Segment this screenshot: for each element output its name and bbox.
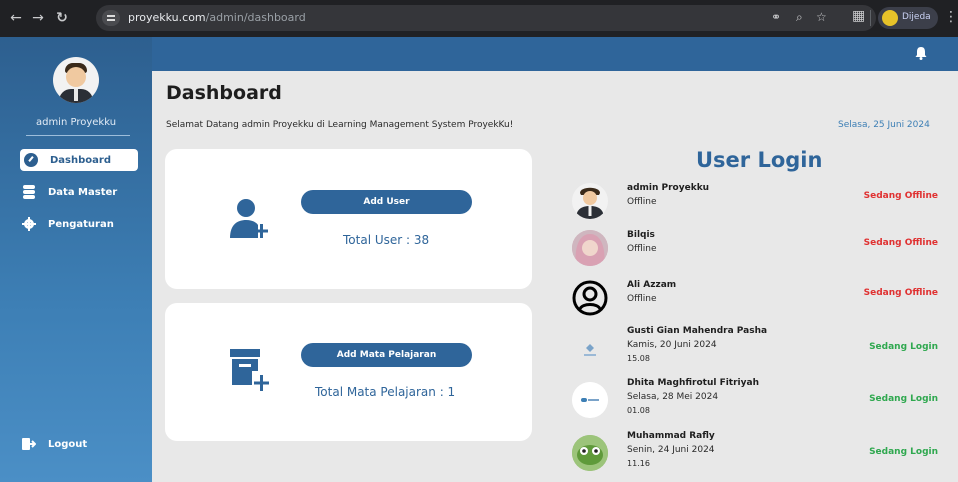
- avatar: [572, 332, 608, 368]
- extensions-icon[interactable]: ▦: [852, 8, 865, 24]
- avatar: [572, 280, 608, 316]
- login-time: 01.08: [627, 406, 650, 415]
- back-icon[interactable]: ←: [6, 8, 26, 28]
- login-time: 11.16: [627, 459, 650, 468]
- browser-menu-icon[interactable]: ⋮: [944, 9, 958, 25]
- mata-pelajaran-card: [165, 303, 532, 441]
- user-status: Offline: [627, 294, 657, 304]
- user-name: admin Proyekku: [627, 183, 710, 193]
- logout-label: Logout: [48, 438, 88, 450]
- status-badge: Sedang Login: [869, 447, 938, 457]
- add-course-icon: [230, 349, 274, 399]
- sidebar-user-name: admin Proyekku: [35, 117, 117, 128]
- profile-name: Dijeda: [902, 12, 931, 22]
- sidebar-item-data-master[interactable]: Data Master: [22, 181, 117, 203]
- reload-icon[interactable]: ↻: [52, 8, 72, 28]
- user-status: Kamis, 20 Juni 2024: [627, 340, 717, 350]
- login-time: 15.08: [627, 354, 650, 363]
- add-user-button[interactable]: Add User: [301, 190, 472, 214]
- gear-icon: [22, 217, 36, 231]
- page-title: Dashboard: [166, 82, 282, 104]
- user-name: Gusti Gian Mahendra Pasha: [627, 326, 768, 336]
- current-date: Selasa, 25 Juni 2024: [838, 120, 930, 130]
- sidebar-item-pengaturan[interactable]: Pengaturan: [22, 213, 114, 235]
- sidebar-item-label: Dashboard: [50, 154, 111, 166]
- sidebar-item-label: Data Master: [48, 186, 118, 198]
- forward-icon[interactable]: →: [28, 8, 48, 28]
- add-user-icon: [228, 194, 274, 244]
- sidebar-divider: [26, 135, 130, 136]
- user-card: [165, 149, 532, 289]
- profile-avatar: [882, 10, 898, 26]
- profile-button[interactable]: Dijeda: [878, 7, 938, 29]
- notification-bell-icon[interactable]: [914, 45, 928, 64]
- logout-button[interactable]: Logout: [22, 433, 87, 455]
- site-settings-icon[interactable]: [102, 10, 120, 26]
- password-key-icon[interactable]: ⚭: [771, 10, 781, 24]
- top-header-bar: [152, 37, 958, 71]
- sidebar-item-dashboard[interactable]: Dashboard: [20, 149, 138, 171]
- status-badge: Sedang Offline: [863, 288, 938, 298]
- logout-icon: [22, 437, 37, 451]
- user-name: Ali Azzam: [627, 280, 677, 290]
- admin-avatar: [53, 57, 99, 103]
- user-name: Bilqis: [627, 230, 655, 240]
- user-status: Offline: [627, 197, 657, 207]
- address-bar[interactable]: proyekku.com/admin/dashboard ⚭ ⌕ ☆: [96, 5, 876, 31]
- user-name: Muhammad Rafly: [627, 431, 715, 441]
- status-badge: Sedang Offline: [863, 238, 938, 248]
- status-badge: Sedang Login: [869, 342, 938, 352]
- toolbar-separator: [870, 10, 871, 26]
- bookmark-star-icon[interactable]: ☆: [816, 10, 827, 24]
- avatar: [572, 230, 608, 266]
- user-name: Dhita Maghfirotul Fitriyah: [627, 378, 759, 388]
- user-status: Senin, 24 Juni 2024: [627, 445, 715, 455]
- avatar: [572, 382, 608, 418]
- status-badge: Sedang Login: [869, 394, 938, 404]
- url-domain: proyekku.com: [128, 11, 206, 24]
- user-login-title: User Login: [696, 148, 823, 172]
- user-status: Selasa, 28 Mei 2024: [627, 392, 719, 402]
- url-path: /admin/dashboard: [205, 11, 306, 24]
- add-mata-pelajaran-button[interactable]: Add Mata Pelajaran: [301, 343, 472, 367]
- url-text[interactable]: proyekku.com/admin/dashboard: [128, 11, 306, 24]
- total-user: Total User : 38: [343, 233, 430, 247]
- dashboard-icon: [24, 153, 38, 167]
- sidebar-item-label: Pengaturan: [48, 218, 114, 230]
- user-status: Offline: [627, 244, 657, 254]
- welcome-text: Selamat Datang admin Proyekku di Learnin…: [166, 120, 514, 130]
- database-icon: [22, 185, 36, 199]
- total-mata-pelajaran: Total Mata Pelajaran : 1: [315, 385, 456, 399]
- avatar: [572, 435, 608, 471]
- status-badge: Sedang Offline: [863, 191, 938, 201]
- zoom-icon[interactable]: ⌕: [796, 10, 803, 25]
- browser-toolbar: ← → ↻ proyekku.com/admin/dashboard ⚭ ⌕ ☆…: [0, 0, 958, 37]
- sidebar: admin Proyekku Dashboard Data Master Pen…: [0, 37, 152, 482]
- avatar: [572, 183, 608, 219]
